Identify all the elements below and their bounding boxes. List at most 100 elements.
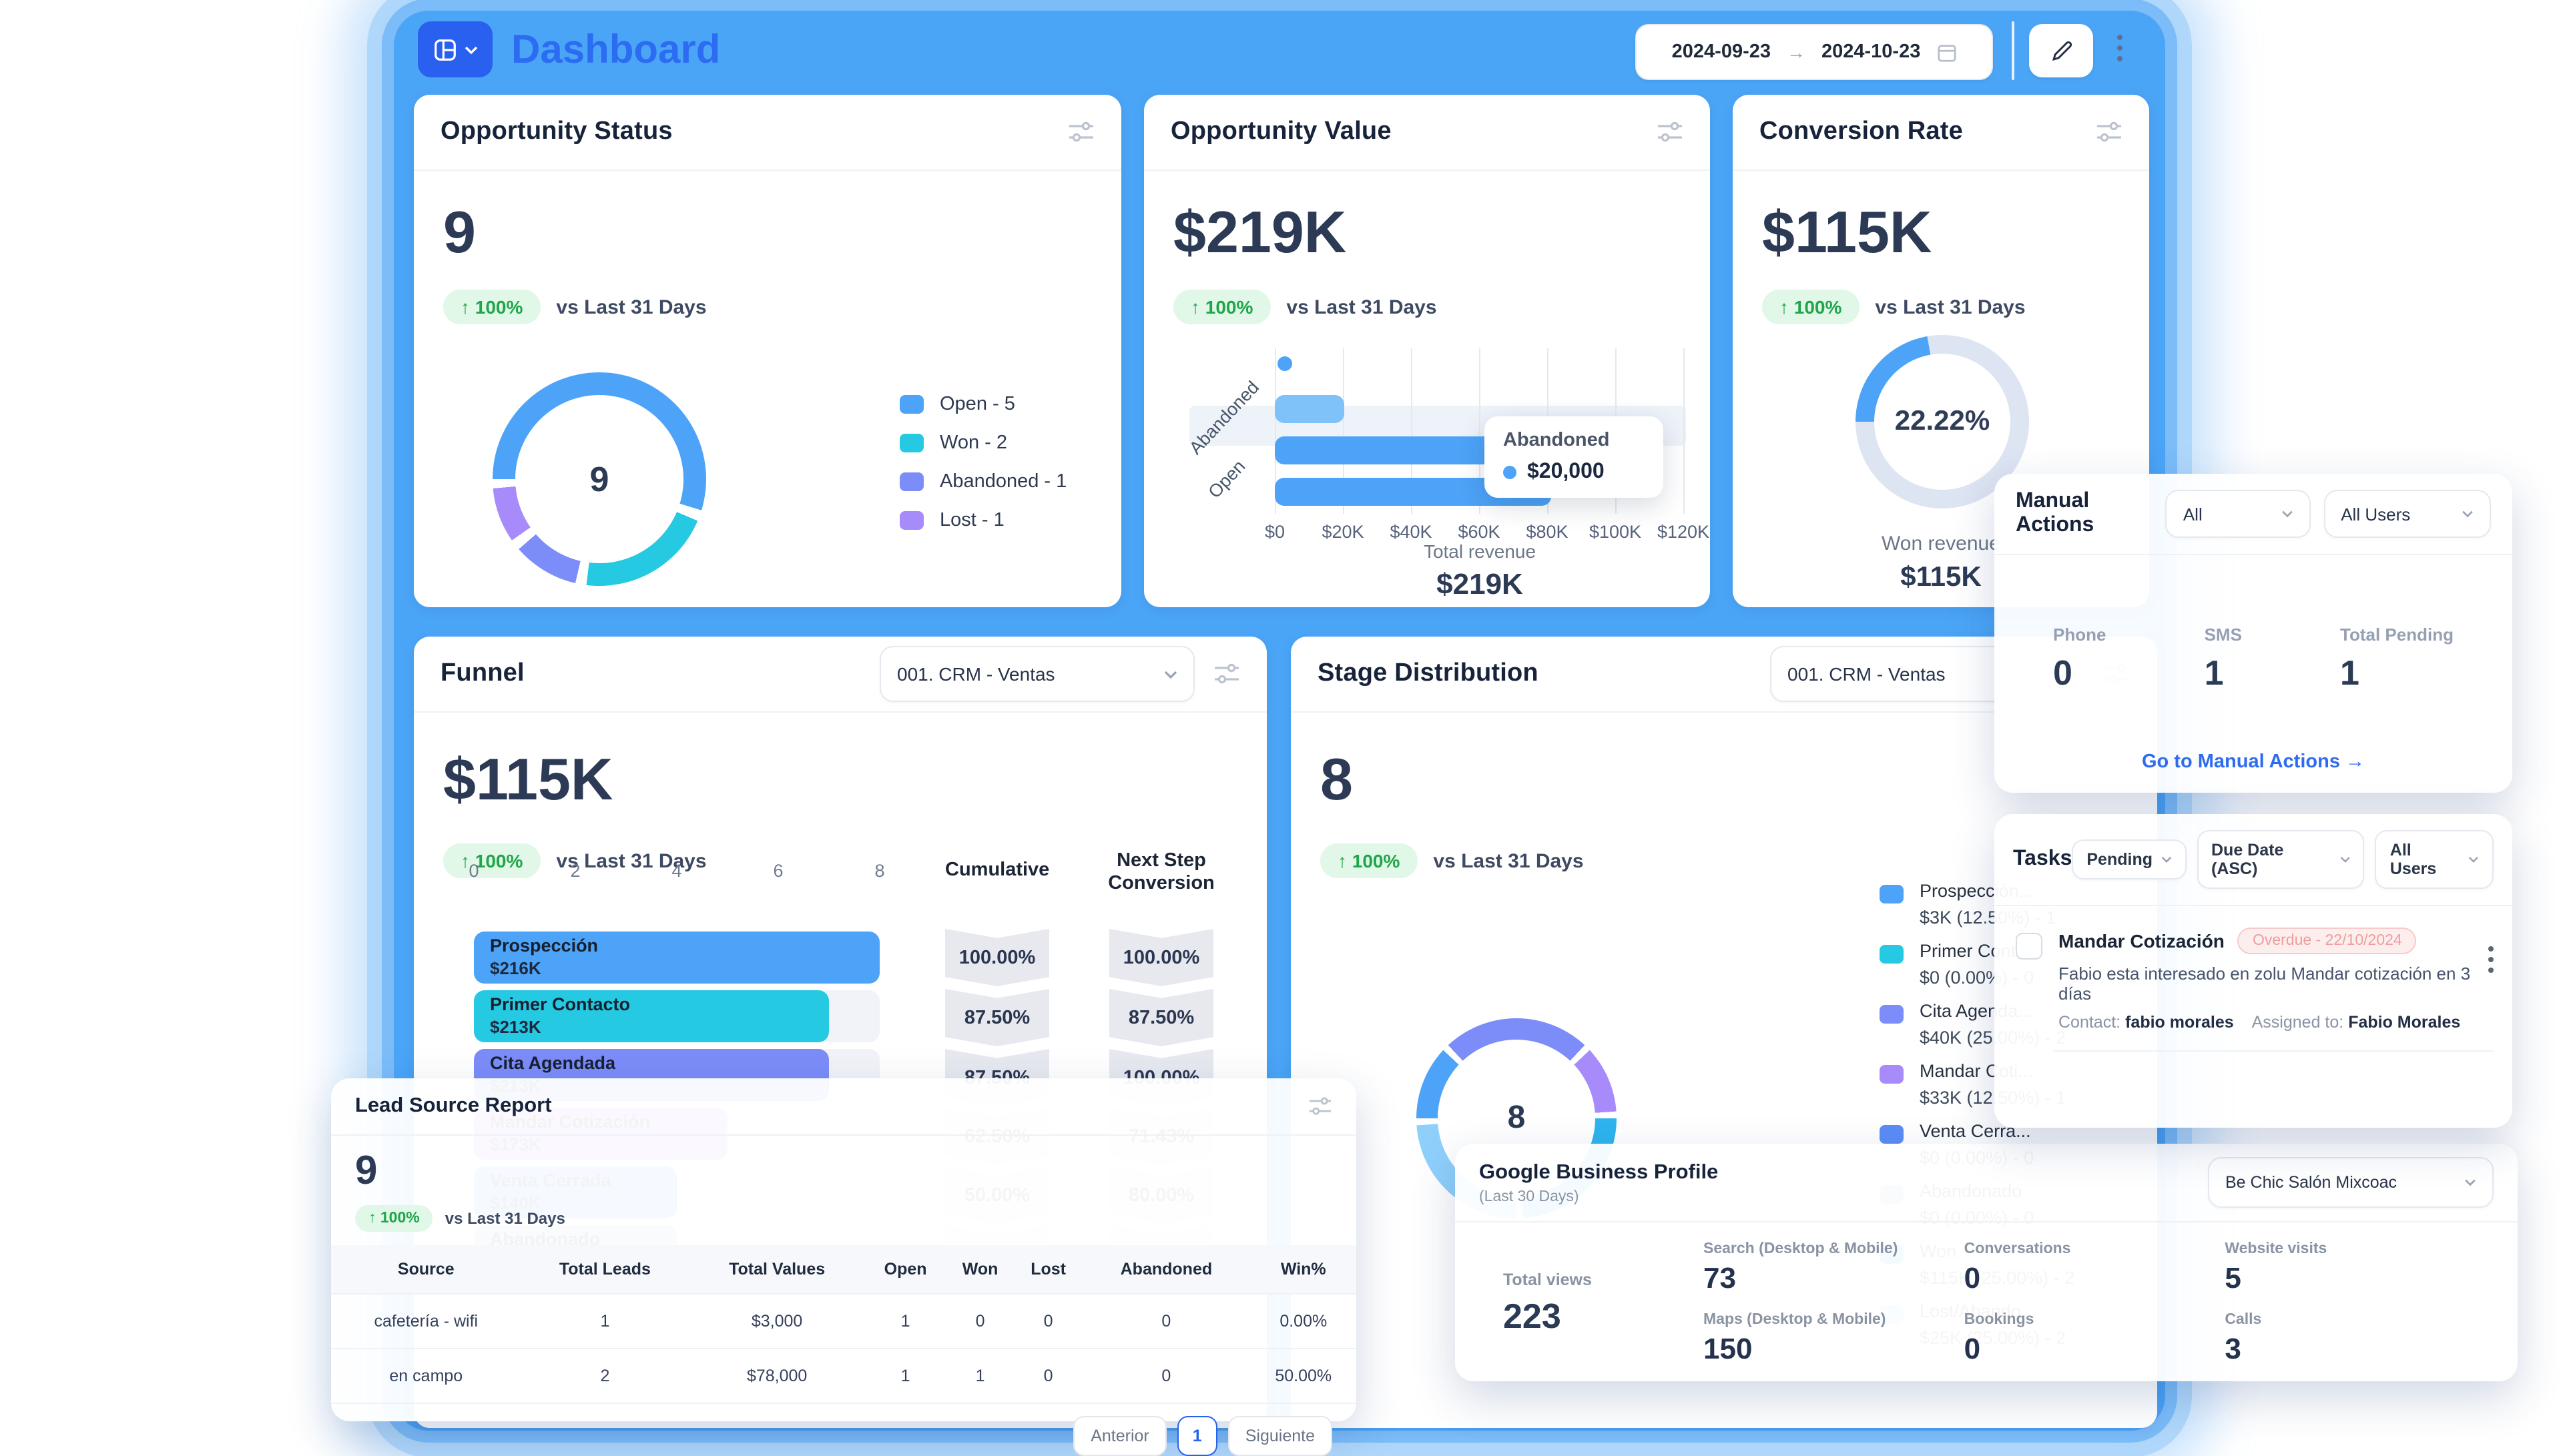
donut-center-value: 9 (590, 458, 609, 500)
date-range-arrow-icon: → (1787, 41, 1805, 63)
action-type-select[interactable]: All (2166, 490, 2310, 538)
bar-abandoned[interactable] (1275, 395, 1344, 423)
legend-item: Won - 2 (900, 432, 1067, 454)
cumulative-cell: 87.50% (945, 989, 1049, 1046)
funnel-bar[interactable]: Prospección$216K (474, 932, 880, 984)
assigned-label: Assigned to: (2252, 1013, 2344, 1032)
chevron-down-icon (2161, 855, 2171, 863)
task-description: Fabio esta interesado en zolu Mandar cot… (2058, 964, 2488, 1004)
legend-swatch (900, 511, 924, 530)
card-title: Opportunity Value (1171, 117, 1392, 147)
legend-swatch (900, 395, 924, 414)
legend-item: Open - 5 (900, 394, 1067, 415)
manual-actions-card: Manual Actions All All Users Phone 0 SMS… (1994, 474, 2512, 793)
users-select[interactable]: All Users (2323, 490, 2491, 538)
pagination-next-button[interactable]: Siguiente (1228, 1416, 1332, 1456)
pagination-current-page[interactable]: 1 (1177, 1416, 1217, 1456)
tooltip-value: $20,000 (1527, 460, 1605, 484)
next-step-cell: 87.50% (1109, 989, 1213, 1046)
layout-grid-icon (433, 37, 458, 62)
stat-search: Search (Desktop & Mobile) 73 (1703, 1241, 1964, 1296)
vs-label: vs Last 31 Days (1433, 849, 1583, 872)
cumulative-column-header: Cumulative (945, 859, 1049, 881)
metric-value: 9 (443, 204, 476, 263)
delta-badge: ↑ 100% (1320, 843, 1417, 878)
page-title: Dashboard (511, 28, 720, 73)
table-header-row: Source Total Leads Total Values Open Won… (331, 1245, 1356, 1294)
card-title: Lead Source Report (355, 1094, 552, 1118)
donut-center-value: 8 (1508, 1100, 1526, 1137)
delta-badge: ↑ 100% (443, 290, 540, 324)
card-title: Manual Actions (2016, 490, 2166, 538)
sort-filter-select[interactable]: Due Date (ASC) (2197, 830, 2365, 889)
card-subtitle: (Last 30 Days) (1479, 1188, 1718, 1204)
card-title: Conversion Rate (1759, 117, 1963, 147)
table-row[interactable]: en campo2 $78,0001 10 050.00% (331, 1349, 1356, 1403)
bar-lost[interactable] (1277, 356, 1292, 371)
tooltip-dot-icon (1503, 466, 1516, 479)
metric-value: $115K (1762, 204, 1932, 263)
date-start: 2024-09-23 (1672, 41, 1771, 63)
overdue-badge: Overdue - 22/10/2024 (2238, 928, 2417, 954)
stat-phone: Phone 0 (2053, 625, 2106, 694)
vs-label: vs Last 31 Days (1875, 296, 2025, 318)
table-row[interactable]: cafetería - wifi1 $3,0001 00 00.00% (331, 1294, 1356, 1349)
task-checkbox[interactable] (2016, 933, 2042, 960)
stat-maps: Maps (Desktop & Mobile) 150 (1703, 1312, 1964, 1367)
cumulative-cell: 100.00% (945, 929, 1049, 986)
pagination-prev-button[interactable]: Anterior (1073, 1416, 1167, 1456)
sliders-icon[interactable] (1213, 662, 1240, 686)
legend-item: Abandoned - 1 (900, 471, 1067, 492)
opportunity-value-card: Opportunity Value $219K ↑ 100% vs Last 3… (1144, 95, 1710, 607)
card-title: Opportunity Status (441, 117, 673, 147)
sliders-icon[interactable] (2096, 120, 2122, 144)
contact-name[interactable]: fabio morales (2125, 1013, 2234, 1032)
delta-badge: ↑ 100% (355, 1205, 433, 1232)
y-axis-label-open: Open (1205, 456, 1249, 502)
gbp-stats-grid: Search (Desktop & Mobile) 73 Conversatio… (1703, 1241, 2486, 1367)
vs-label: vs Last 31 Days (445, 1209, 565, 1228)
date-range-picker[interactable]: 2024-09-23 → 2024-10-23 (1635, 24, 1993, 80)
chevron-down-icon (1164, 669, 1177, 679)
pencil-icon (2050, 39, 2072, 62)
lead-source-table: Source Total Leads Total Values Open Won… (331, 1245, 1356, 1403)
users-filter-select[interactable]: All Users (2375, 830, 2494, 889)
delta-badge: ↑ 100% (1762, 290, 1859, 324)
edit-dashboard-button[interactable] (2029, 24, 2093, 77)
sliders-icon[interactable] (1657, 120, 1683, 144)
funnel-bar[interactable]: Primer Contacto$213K (474, 990, 829, 1042)
legend-item: Lost - 1 (900, 510, 1067, 531)
location-select[interactable]: Be Chic Salón Mixcoac (2208, 1157, 2494, 1208)
card-title: Funnel (441, 659, 525, 689)
contact-label: Contact: (2058, 1013, 2120, 1032)
calendar-icon (1936, 42, 1956, 62)
task-title[interactable]: Mandar Cotización (2058, 930, 2225, 952)
sliders-icon[interactable] (1308, 1096, 1332, 1117)
go-to-manual-actions-link[interactable]: Go to Manual Actions → (2142, 751, 2365, 773)
chevron-down-icon (2281, 510, 2293, 518)
chevron-down-icon (2464, 1178, 2476, 1186)
header-divider (2012, 21, 2014, 80)
kebab-menu-icon[interactable] (2117, 35, 2122, 61)
chart-tooltip: Abandoned $20,000 (1484, 416, 1663, 498)
stat-calls: Calls 3 (2225, 1312, 2486, 1367)
ring-center-value: 22.22% (1895, 406, 1990, 438)
tooltip-title: Abandoned (1503, 430, 1645, 451)
sliders-icon[interactable] (1068, 120, 1095, 144)
next-step-cell: 100.00% (1109, 929, 1213, 986)
legend-swatch (900, 472, 924, 491)
card-title: Google Business Profile (1479, 1160, 1718, 1184)
layout-switcher-button[interactable] (418, 21, 493, 77)
total-revenue-label: Total revenue (1275, 540, 1685, 562)
pipeline-select[interactable]: 001. CRM - Ventas (880, 646, 1195, 702)
card-title: Tasks (2013, 847, 2072, 871)
status-filter-select[interactable]: Pending (2072, 839, 2186, 879)
dashboard-page: Dashboard 2024-09-23 → 2024-10-23 Opport… (0, 0, 2563, 1441)
assignee-name[interactable]: Fabio Morales (2348, 1013, 2460, 1032)
task-kebab-menu-icon[interactable] (2488, 946, 2494, 1032)
chevron-down-icon (2468, 855, 2479, 863)
stat-conversations: Conversations 0 (1964, 1241, 2225, 1296)
chevron-down-icon (2339, 855, 2350, 863)
metric-value: 9 (355, 1149, 1332, 1194)
next-step-column-header: Next Step Conversion (1100, 850, 1223, 895)
